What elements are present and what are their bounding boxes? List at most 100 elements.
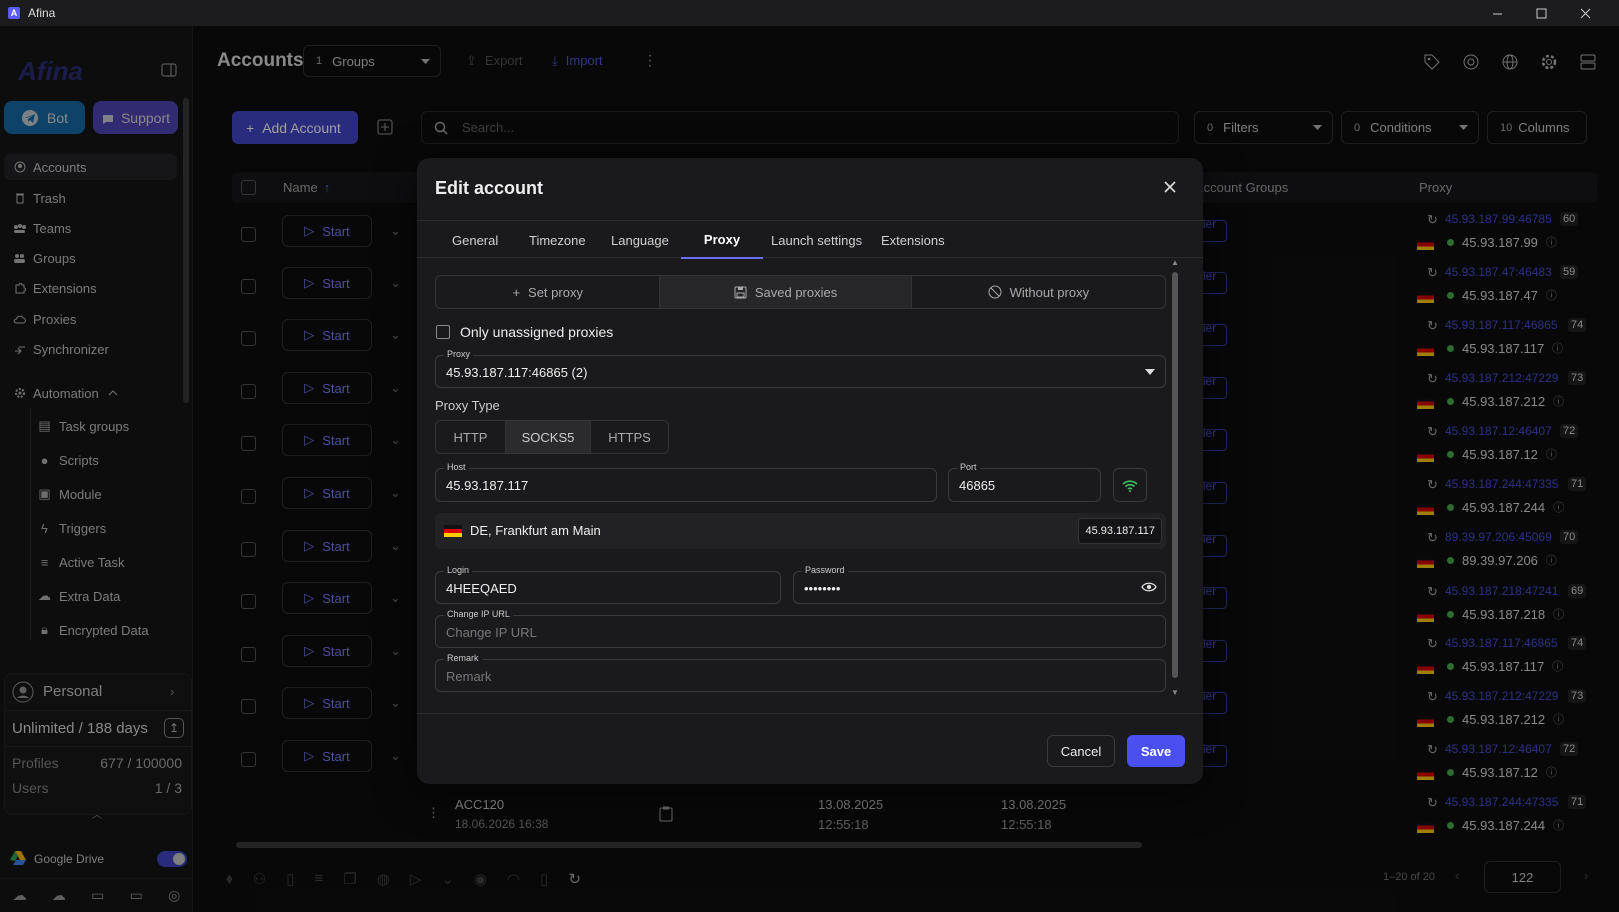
cancel-button[interactable]: Cancel <box>1047 735 1115 767</box>
info-icon[interactable]: ⓘ <box>1546 446 1557 462</box>
batch-add-icon[interactable] <box>376 118 394 136</box>
start-button[interactable]: ▷ Start <box>282 267 372 299</box>
proxy-select[interactable]: Proxy 45.93.187.117:46865 (2) <box>435 349 1166 388</box>
proxy-link[interactable]: 45.93.187.99:46785 <box>1445 212 1552 226</box>
account-name[interactable]: ACC120 <box>455 797 504 812</box>
eye-off-icon[interactable]: ◎ <box>168 887 180 904</box>
proxy-type-socks5[interactable]: SOCKS5 <box>506 421 591 453</box>
refresh-icon[interactable]: ↻ <box>1427 318 1441 333</box>
columns-button[interactable]: 10 Columns <box>1487 111 1587 144</box>
close-modal-button[interactable] <box>1159 176 1181 198</box>
info-icon[interactable]: ⓘ <box>1546 287 1557 303</box>
info-icon[interactable]: ⓘ <box>1546 552 1557 568</box>
eye-icon[interactable] <box>1141 581 1157 593</box>
refresh-icon[interactable]: ↻ <box>1427 212 1441 227</box>
stop-icon[interactable]: ◉ <box>474 870 487 888</box>
refresh-icon[interactable]: ↻ <box>568 870 581 888</box>
start-button[interactable]: ▷ Start <box>282 424 372 456</box>
prev-page-icon[interactable]: ‹ <box>1455 868 1459 883</box>
sidebar-item-proxies[interactable]: Proxies <box>4 306 177 332</box>
tab-proxy[interactable]: Proxy <box>681 221 763 259</box>
chevron-down-icon[interactable]: ⌄ <box>390 380 401 396</box>
info-icon[interactable]: ⓘ <box>1553 817 1564 833</box>
folder-upload-icon[interactable]: ▭ <box>91 887 104 904</box>
add-account-button[interactable]: + Add Account <box>232 111 358 144</box>
proxy-link[interactable]: 45.93.187.212:47229 <box>1445 689 1558 703</box>
sidebar-item-synchronizer[interactable]: Synchronizer <box>4 336 177 362</box>
row-checkbox[interactable] <box>241 699 256 714</box>
sidebar-scrollbar[interactable] <box>183 98 189 403</box>
row-more-icon[interactable]: ⋮ <box>427 805 440 821</box>
fingerprint-icon[interactable] <box>1462 53 1480 71</box>
refresh-icon[interactable]: ↻ <box>1427 477 1441 492</box>
password-field[interactable]: Password •••••••• <box>793 565 1166 604</box>
proxy-link[interactable]: 45.93.187.47:46483 <box>1445 265 1552 279</box>
chevron-down-icon[interactable]: ⌄ <box>390 432 401 448</box>
chevron-down-icon[interactable]: ⌄ <box>390 275 401 291</box>
chevron-down-icon[interactable]: ⌄ <box>390 590 401 606</box>
info-icon[interactable]: ⓘ <box>1553 499 1564 515</box>
groups-dropdown[interactable]: 1 Groups <box>303 45 441 77</box>
host-field[interactable]: Host 45.93.187.117 <box>435 462 937 502</box>
google-drive-toggle[interactable] <box>157 851 187 867</box>
start-button[interactable]: ▷ Start <box>282 319 372 351</box>
sidebar-item-active-task[interactable]: ≡ Active Task <box>38 549 125 575</box>
row-checkbox[interactable] <box>241 331 256 346</box>
info-icon[interactable]: ⓘ <box>1546 234 1557 250</box>
refresh-icon[interactable]: ↻ <box>1427 636 1441 651</box>
row-checkbox[interactable] <box>241 752 256 767</box>
chevron-down-icon[interactable]: ⌄ <box>390 485 401 501</box>
row-checkbox[interactable] <box>241 384 256 399</box>
chevron-up-icon[interactable]: ︿ <box>92 806 102 821</box>
tag-icon[interactable]: ⬧ <box>226 870 233 888</box>
proxy-link[interactable]: 45.93.187.212:47229 <box>1445 371 1558 385</box>
tab-launch-settings[interactable]: Launch settings <box>771 221 862 259</box>
sidebar-item-scripts[interactable]: ● Scripts <box>38 447 99 473</box>
next-page-icon[interactable]: › <box>1584 868 1588 883</box>
tab-language[interactable]: Language <box>611 221 669 259</box>
start-button[interactable]: ▷ Start <box>282 687 372 719</box>
sidebar-item-groups[interactable]: Groups <box>4 245 177 271</box>
sidebar-item-encrypted-data[interactable]: 🔒︎ Encrypted Data <box>38 617 149 643</box>
info-icon[interactable]: ⓘ <box>1553 606 1564 622</box>
chevron-down-icon[interactable]: ⌄ <box>390 695 401 711</box>
proxy-type-https[interactable]: HTTPS <box>591 421 668 453</box>
sidebar-item-extensions[interactable]: Extensions <box>4 275 177 301</box>
without-proxy-option[interactable]: Without proxy <box>912 276 1165 308</box>
proxy-link[interactable]: 45.93.187.117:46865 <box>1445 318 1558 332</box>
cloud-upload-icon[interactable]: ☁ <box>13 887 27 904</box>
clipboard-icon[interactable] <box>659 806 673 822</box>
start-button[interactable]: ▷ Start <box>282 477 372 509</box>
column-header-proxy[interactable]: Proxy <box>1419 172 1452 202</box>
workspace-name[interactable]: Personal <box>43 683 102 700</box>
sidebar-item-accounts[interactable]: Accounts <box>4 154 177 180</box>
chevron-right-icon[interactable]: › <box>170 684 174 699</box>
row-checkbox[interactable] <box>241 594 256 609</box>
upgrade-icon[interactable]: ↥ <box>164 718 184 738</box>
row-checkbox[interactable] <box>241 489 256 504</box>
only-unassigned-checkbox[interactable] <box>436 325 450 339</box>
start-button[interactable]: ▷ Start <box>282 740 372 772</box>
sidebar-item-teams[interactable]: Teams <box>4 215 177 241</box>
refresh-icon[interactable]: ↻ <box>1427 424 1441 439</box>
chevron-down-icon[interactable]: ⌄ <box>390 327 401 343</box>
chevron-down-icon[interactable]: ⌄ <box>441 870 454 888</box>
start-button[interactable]: ▷ Start <box>282 530 372 562</box>
login-field[interactable]: Login 4HEEQAED <box>435 565 781 604</box>
tab-timezone[interactable]: Timezone <box>529 221 586 259</box>
proxy-link[interactable]: 45.93.187.244:47335 <box>1445 477 1558 491</box>
refresh-icon[interactable]: ↻ <box>1427 795 1441 810</box>
proxy-link[interactable]: 45.93.187.12:46407 <box>1445 424 1552 438</box>
start-button[interactable]: ▷ Start <box>282 215 372 247</box>
queue-icon[interactable]: ≡ <box>314 870 323 888</box>
tab-general[interactable]: General <box>452 221 498 259</box>
proxy-link[interactable]: 45.93.187.12:46407 <box>1445 742 1552 756</box>
page-size-input[interactable]: 122 <box>1484 861 1561 893</box>
info-icon[interactable]: ⓘ <box>1553 393 1564 409</box>
info-icon[interactable]: ⓘ <box>1552 658 1563 674</box>
fingerprint-icon[interactable]: ◍ <box>377 870 390 888</box>
file-export-icon[interactable]: ▯ <box>286 870 294 888</box>
chevron-down-icon[interactable]: ⌄ <box>390 643 401 659</box>
sidebar-item-extra-data[interactable]: ☁ Extra Data <box>38 583 120 609</box>
tab-extensions[interactable]: Extensions <box>881 221 945 259</box>
